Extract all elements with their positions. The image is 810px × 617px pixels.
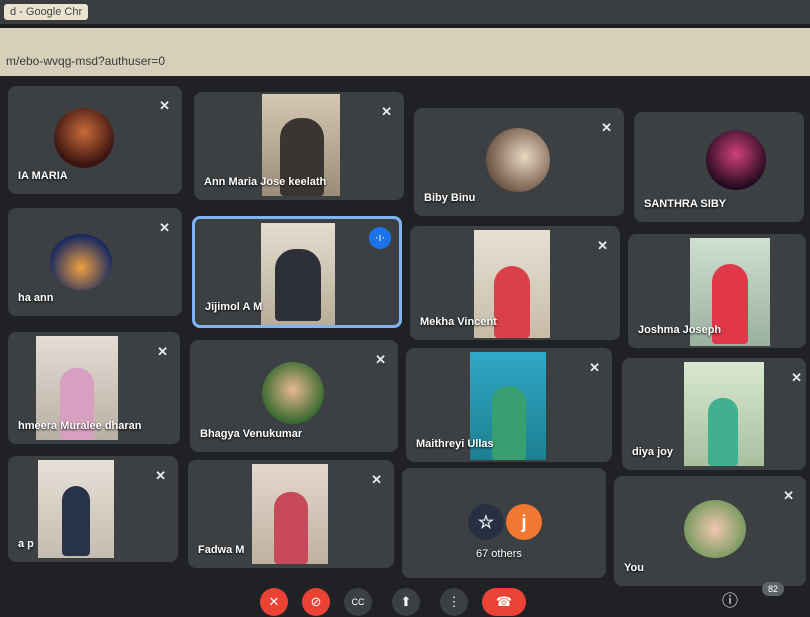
person-figure (492, 386, 526, 460)
info-icon[interactable]: ⓘ (716, 588, 744, 616)
person-figure (274, 492, 308, 564)
present-button[interactable]: ⬆ (392, 588, 420, 616)
star-icon: ☆ (468, 504, 504, 540)
participant-name: IA MARIA (18, 170, 68, 182)
participant-name: SANTHRA SIBY (644, 198, 727, 210)
mic-toggle-button[interactable]: ✕ (260, 588, 288, 616)
meeting-toolbar: ✕ ⊘ CC ⬆ ⋮ ☎ ⓘ 82 (0, 580, 810, 617)
participant-tile[interactable]: ✕ Fadwa M (188, 460, 394, 568)
mic-off-icon: ✕ (157, 344, 168, 359)
participant-name: Bhagya Venukumar (200, 428, 303, 440)
person-figure (275, 249, 321, 321)
participant-name: Joshma Joseph (638, 324, 722, 336)
person-figure (708, 398, 738, 466)
participant-name: Fadwa M (198, 544, 245, 556)
participant-tile[interactable]: ✕ Bhagya Venukumar (190, 340, 398, 452)
more-options-button[interactable]: ⋮ (440, 588, 468, 616)
mic-off-icon: ✕ (381, 104, 392, 119)
mic-off-icon: ✕ (155, 468, 166, 483)
participant-name: Ann Maria Jose keelath (204, 176, 327, 188)
mic-off-icon: ✕ (791, 370, 802, 385)
others-tile[interactable]: ☆ j 67 others (402, 468, 606, 578)
participant-tile[interactable]: ✕ ha ann (8, 208, 182, 316)
participant-tile[interactable]: ✕ Biby Binu (414, 108, 624, 216)
participant-name: Jijimol A M (205, 301, 263, 313)
participant-tile[interactable]: Joshma Joseph (628, 234, 806, 348)
avatar (50, 234, 112, 290)
url-text: m/ebo-wvqg-msd?authuser=0 (6, 54, 166, 68)
avatar (684, 500, 746, 558)
participant-name: ha ann (18, 292, 54, 304)
people-count-badge[interactable]: 82 (762, 582, 784, 596)
participant-name: a p (18, 538, 34, 550)
speaking-indicator-icon: ·ı· (369, 227, 391, 249)
mic-off-icon: ✕ (783, 488, 794, 503)
browser-titlebar: d - Google Chr (0, 0, 810, 25)
person-figure (62, 486, 90, 556)
mic-off-icon: ✕ (371, 472, 382, 487)
avatar-letter: j (506, 504, 542, 540)
address-bar[interactable]: m/ebo-wvqg-msd?authuser=0 (0, 28, 810, 76)
participant-tile[interactable]: SANTHRA SIBY (634, 112, 804, 222)
avatar (54, 108, 114, 168)
end-call-button[interactable]: ☎ (482, 588, 526, 616)
participant-name: diya joy (632, 446, 673, 458)
others-count: 67 others (476, 548, 522, 560)
person-figure (494, 266, 530, 338)
participant-tile[interactable]: ✕ diya joy (622, 358, 806, 470)
participant-name: Mekha Vincent (420, 316, 497, 328)
mic-off-icon: ✕ (589, 360, 600, 375)
participant-tile[interactable]: ✕ Maithreyi Ullas (406, 348, 612, 462)
mic-off-icon: ✕ (159, 98, 170, 113)
participant-tile[interactable]: ✕ a p (8, 456, 178, 562)
mic-off-icon: ✕ (601, 120, 612, 135)
browser-tab[interactable]: d - Google Chr (4, 4, 89, 20)
participant-tile[interactable]: ✕ IA MARIA (8, 86, 182, 194)
participant-tile-speaking[interactable]: ·ı· Jijimol A M (192, 216, 402, 328)
mic-off-icon: ✕ (159, 220, 170, 235)
participant-tile[interactable]: ✕ Mekha Vincent (410, 226, 620, 340)
avatar (262, 362, 324, 424)
participant-name: You (624, 562, 644, 574)
captions-button[interactable]: CC (344, 588, 372, 616)
participant-name: hmeera Muralee dharan (18, 420, 142, 432)
mic-off-icon: ✕ (597, 238, 608, 253)
participant-name: Biby Binu (424, 192, 476, 204)
camera-toggle-button[interactable]: ⊘ (302, 588, 330, 616)
avatar (486, 128, 550, 192)
participant-name: Maithreyi Ullas (416, 438, 494, 450)
mic-off-icon: ✕ (375, 352, 386, 367)
self-tile[interactable]: ✕ You (614, 476, 806, 586)
participant-tile[interactable]: ✕ hmeera Muralee dharan (8, 332, 180, 444)
avatar (706, 130, 766, 190)
participant-tile[interactable]: ✕ Ann Maria Jose keelath (194, 92, 404, 200)
meeting-grid: ✕ IA MARIA ✕ Ann Maria Jose keelath ✕ Bi… (0, 76, 810, 617)
